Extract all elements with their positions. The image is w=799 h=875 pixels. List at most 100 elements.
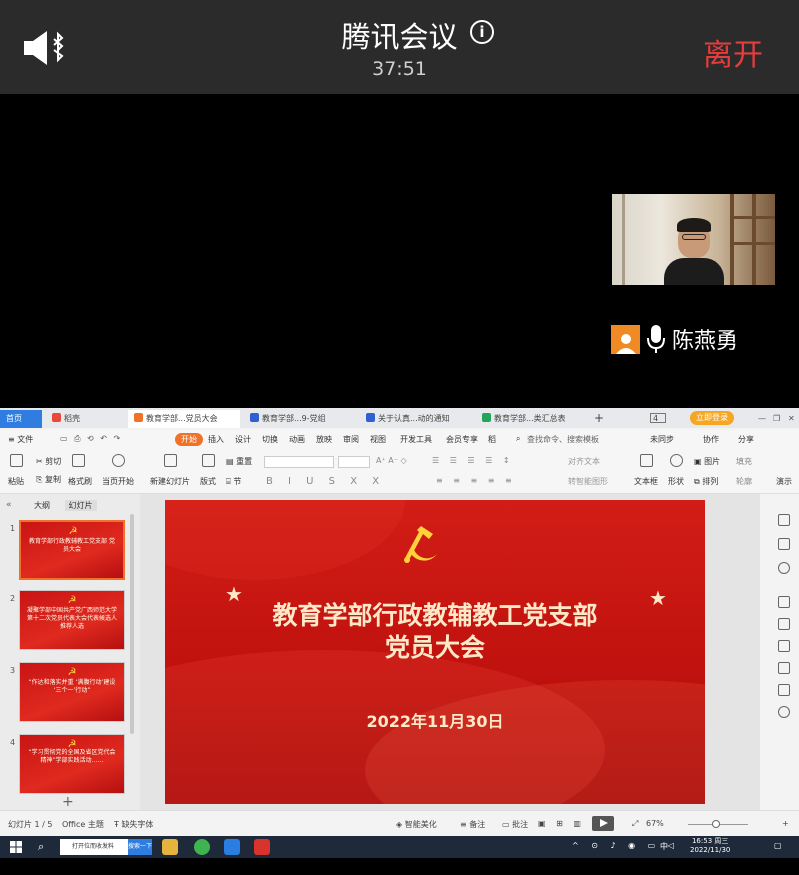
format-painter-button[interactable]: 格式刷 xyxy=(68,476,92,487)
notes-button[interactable]: ≡ 备注 xyxy=(460,819,485,830)
menu-file[interactable]: ≡ 文件 xyxy=(8,434,33,445)
info-icon[interactable]: i xyxy=(470,20,494,44)
slide-thumbnail-3[interactable]: ☭ “作达和落实并重 ‘满腹行动’建设 ‘三个一’行动” xyxy=(19,662,125,722)
missing-fonts-button[interactable]: Ŧ 缺失字体 xyxy=(114,819,153,830)
menu-developer[interactable]: 开发工具 xyxy=(400,434,432,445)
login-button[interactable]: 立即登录 xyxy=(690,411,734,425)
menu-transition[interactable]: 切换 xyxy=(262,434,278,445)
collab-button[interactable]: 协作 xyxy=(703,434,719,445)
zoom-in-button[interactable]: + xyxy=(782,819,789,828)
tool-icon[interactable] xyxy=(778,662,790,674)
new-slide-icon[interactable] xyxy=(164,454,177,467)
picture-button[interactable]: ▣ 图片 xyxy=(694,456,720,467)
layout-icon[interactable] xyxy=(202,454,215,467)
collapse-pane-icon[interactable]: « xyxy=(6,500,12,510)
menu-docer[interactable]: 稻 xyxy=(488,434,496,445)
tool-icon[interactable] xyxy=(778,538,790,550)
tab-notice[interactable]: 关于认真...动的通知 xyxy=(360,410,472,428)
outline-button[interactable]: 轮廓 xyxy=(736,476,752,487)
fill-button[interactable]: 填充 xyxy=(736,456,752,467)
textbox-icon[interactable] xyxy=(640,454,653,467)
paste-button[interactable]: 粘贴 xyxy=(8,476,24,487)
search-icon[interactable]: ⌕ xyxy=(516,434,520,444)
tab-counter[interactable]: 4 xyxy=(650,413,666,423)
paste-icon[interactable] xyxy=(10,454,23,467)
clock[interactable]: 16:53 周三 2022/11/30 xyxy=(690,837,730,855)
comments-button[interactable]: ▭ 批注 xyxy=(502,819,528,830)
new-slide-button[interactable]: 新建幻灯片 xyxy=(150,476,190,487)
tencent-meeting-icon[interactable] xyxy=(224,839,240,855)
new-tab-button[interactable]: + xyxy=(588,410,610,428)
tool-icon[interactable] xyxy=(778,562,790,574)
slide-thumbnail-2[interactable]: ☭ 凝聚学部中国共产党广西师范大学第十二次党员代表大会代表候选人推荐人选 xyxy=(19,590,125,650)
play-icon[interactable] xyxy=(592,816,614,831)
copy-button[interactable]: ⎘ 复制 xyxy=(36,474,61,485)
style-button[interactable]: 演示 xyxy=(776,476,792,487)
menu-animation[interactable]: 动画 xyxy=(289,434,305,445)
menu-insert[interactable]: 插入 xyxy=(208,434,224,445)
view-mode-buttons[interactable]: ▣ ⊞ ▥ xyxy=(538,819,585,828)
menu-design[interactable]: 设计 xyxy=(235,434,251,445)
reset-button[interactable]: ▤ 重置 xyxy=(226,456,252,467)
tab-summary-table[interactable]: 教育学部...类汇总表 xyxy=(476,410,584,428)
font-size-adjust[interactable]: A⁺ A⁻ ◇ xyxy=(376,456,407,465)
tool-icon[interactable] xyxy=(778,514,790,526)
unsync-button[interactable]: 未同步 xyxy=(650,434,674,445)
thumbnail-scrollbar[interactable] xyxy=(130,514,134,734)
convert-smartart-button[interactable]: 转智能图形 xyxy=(568,476,608,487)
align-text-button[interactable]: 对齐文本 xyxy=(568,456,600,467)
tool-icon[interactable] xyxy=(778,640,790,652)
close-icon[interactable]: ✕ xyxy=(782,410,799,428)
shape-button[interactable]: 形状 xyxy=(668,476,684,487)
from-current-button[interactable]: 当页开始 xyxy=(102,476,134,487)
tool-icon[interactable] xyxy=(778,618,790,630)
add-slide-button[interactable]: + xyxy=(62,794,74,810)
font-style-buttons[interactable]: B I U S X X xyxy=(266,476,385,487)
layout-button[interactable]: 版式 xyxy=(200,476,216,487)
participant-video[interactable] xyxy=(612,194,775,285)
zoom-slider-handle[interactable] xyxy=(712,820,720,828)
share-button[interactable]: 分享 xyxy=(738,434,754,445)
search-icon[interactable]: ⌕ xyxy=(38,840,44,854)
windows-icon[interactable] xyxy=(10,841,22,853)
menu-slideshow[interactable]: 放映 xyxy=(316,434,332,445)
ime-indicator[interactable]: 中 xyxy=(660,841,668,852)
menu-member[interactable]: 会员专享 xyxy=(446,434,478,445)
tab-outline[interactable]: 大纲 xyxy=(34,501,50,510)
font-size-field[interactable] xyxy=(338,456,370,468)
align-buttons[interactable]: ≡ ≡ ≡ ≡ ≡ xyxy=(436,476,516,485)
slide-thumbnail-4[interactable]: ☭ “学习贯彻党的全国及省区党代会精神”学部实践活动…… xyxy=(19,734,125,794)
tool-icon[interactable] xyxy=(778,684,790,696)
history-icon[interactable] xyxy=(778,706,790,718)
textbox-button[interactable]: 文本框 xyxy=(634,476,658,487)
shape-icon[interactable] xyxy=(670,454,683,467)
wps-icon[interactable] xyxy=(254,839,270,855)
tab-party-group[interactable]: 教育学部...9-党组 xyxy=(244,410,356,428)
command-search-input[interactable]: 查找命令、搜索模板 xyxy=(527,434,599,445)
fit-icon[interactable]: ⤢ xyxy=(632,819,638,829)
format-painter-icon[interactable] xyxy=(72,454,85,467)
quick-access-icons[interactable]: ▭ ⎙ ⟲ ↶ ↷ xyxy=(60,434,122,444)
cut-button[interactable]: ✂ 剪切 xyxy=(36,456,61,467)
tab-home[interactable]: 首页 xyxy=(0,410,42,428)
menu-review[interactable]: 审阅 xyxy=(343,434,359,445)
slide-thumbnail-1[interactable]: ☭ 教育学部行政教辅教工党支部 党员大会 xyxy=(19,520,125,580)
taskbar-search-button[interactable]: 搜索一下 xyxy=(128,839,152,855)
tab-docer[interactable]: 稻壳 xyxy=(46,410,126,428)
arrange-button[interactable]: ⧉ 排列 xyxy=(694,476,718,487)
smart-beautify-button[interactable]: ◈ 智能美化 xyxy=(396,819,437,830)
notification-icon[interactable]: ▢ xyxy=(774,841,782,850)
tab-party-meeting[interactable]: 教育学部...党员大会 xyxy=(128,410,240,428)
menu-view[interactable]: 视图 xyxy=(370,434,386,445)
section-button[interactable]: ⌸ 节 xyxy=(226,476,241,487)
font-name-field[interactable] xyxy=(264,456,334,468)
menu-home[interactable]: 开始 xyxy=(175,433,203,446)
browser-icon[interactable] xyxy=(194,839,210,855)
play-from-current-icon[interactable] xyxy=(112,454,125,467)
current-slide[interactable]: ★ ★ 教育学部行政教辅教工党支部 党员大会 2022年11月30日 xyxy=(165,500,705,804)
leave-button[interactable]: 离开 xyxy=(703,30,763,74)
zoom-level[interactable]: 67% xyxy=(646,819,664,828)
list-buttons[interactable]: ☰ ☰ ☰ ☰ ↕ xyxy=(432,456,514,465)
file-explorer-icon[interactable] xyxy=(162,839,178,855)
tool-icon[interactable] xyxy=(778,596,790,608)
